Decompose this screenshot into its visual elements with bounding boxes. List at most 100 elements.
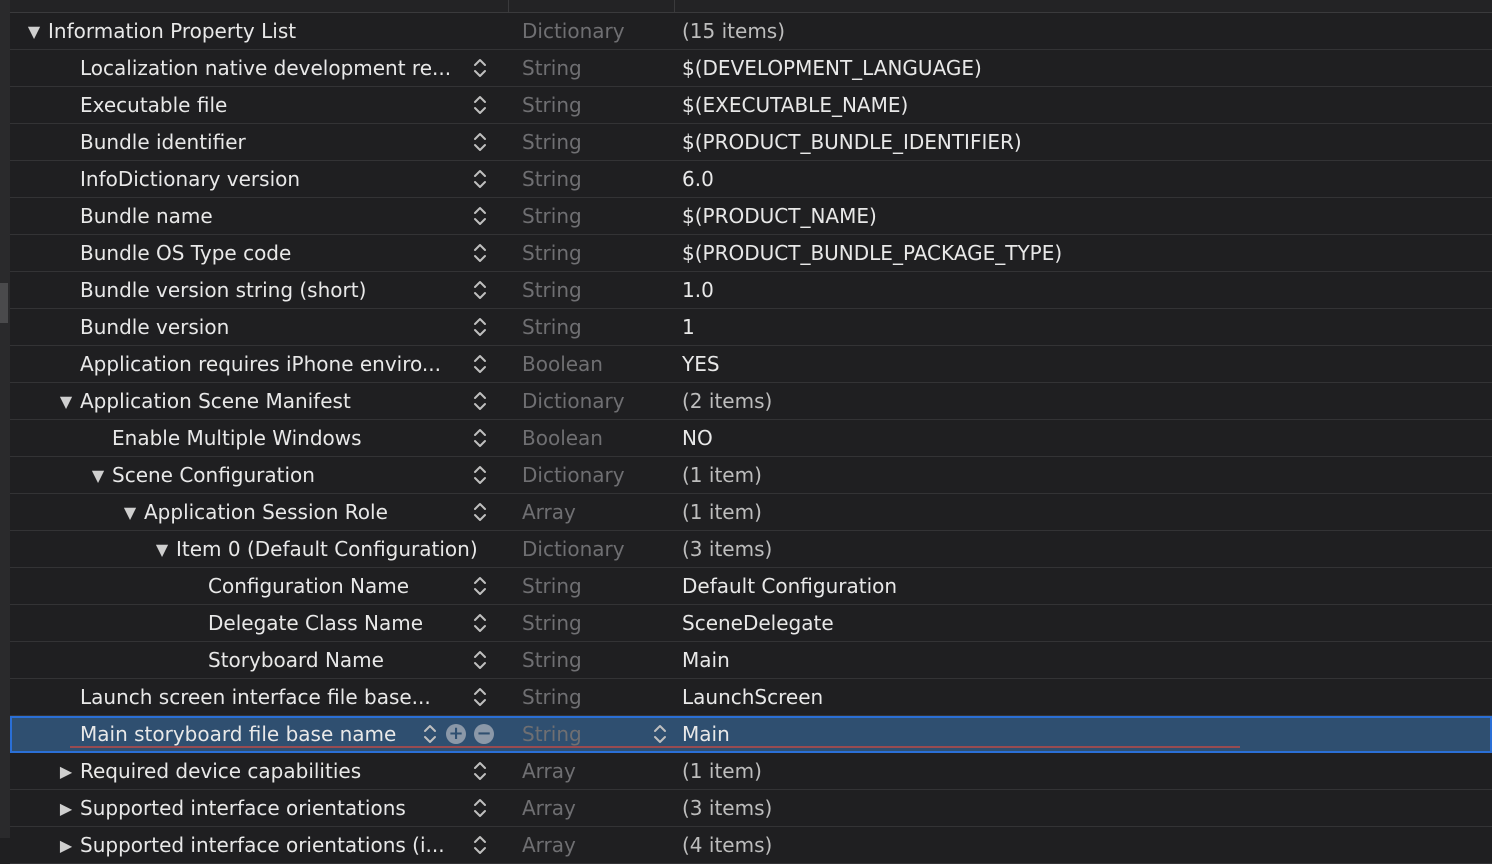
- disclosure-expanded-icon[interactable]: ▼: [152, 531, 172, 567]
- add-row-button[interactable]: +: [446, 724, 466, 744]
- row-type[interactable]: String: [522, 50, 582, 86]
- disclosure-expanded-icon[interactable]: ▼: [88, 457, 108, 493]
- row-key[interactable]: Scene Configuration: [112, 457, 315, 493]
- row-value[interactable]: $(PRODUCT_BUNDLE_PACKAGE_TYPE): [682, 235, 1062, 271]
- table-row[interactable]: Localization native development re... Str…: [10, 50, 1492, 87]
- row-key[interactable]: Bundle identifier: [80, 124, 246, 160]
- table-row[interactable]: Storyboard Name String Main: [10, 642, 1492, 679]
- table-row[interactable]: Configuration Name String Default Configur…: [10, 568, 1492, 605]
- row-value[interactable]: (4 items): [682, 827, 772, 863]
- row-type[interactable]: String: [522, 235, 582, 271]
- key-stepper-icon[interactable]: [470, 796, 490, 820]
- table-row[interactable]: Bundle OS Type code String $(PRODUCT_BUNDL…: [10, 235, 1492, 272]
- row-value[interactable]: (2 items): [682, 383, 772, 419]
- row-value[interactable]: (3 items): [682, 790, 772, 826]
- table-row[interactable]: ▶ Required device capabilities Array (1 ite…: [10, 753, 1492, 790]
- row-type[interactable]: Array: [522, 827, 576, 863]
- table-row[interactable]: Bundle version String 1: [10, 309, 1492, 346]
- type-stepper-icon[interactable]: [650, 722, 670, 746]
- row-type[interactable]: Array: [522, 790, 576, 826]
- row-value[interactable]: $(EXECUTABLE_NAME): [682, 87, 908, 123]
- row-value[interactable]: LaunchScreen: [682, 679, 823, 715]
- row-key[interactable]: Bundle version string (short): [80, 272, 366, 308]
- row-type[interactable]: String: [522, 568, 582, 604]
- disclosure-expanded-icon[interactable]: ▼: [120, 494, 140, 530]
- table-row[interactable]: Delegate Class Name String SceneDelegate: [10, 605, 1492, 642]
- row-value[interactable]: 6.0: [682, 161, 714, 197]
- row-value[interactable]: 1: [682, 309, 695, 345]
- table-row[interactable]: InfoDictionary version String 6.0: [10, 161, 1492, 198]
- row-key[interactable]: Bundle name: [80, 198, 213, 234]
- row-value[interactable]: Main: [682, 642, 730, 678]
- key-stepper-icon[interactable]: [470, 833, 490, 857]
- remove-row-button[interactable]: −: [474, 724, 494, 744]
- key-stepper-icon[interactable]: [470, 500, 490, 524]
- key-stepper-icon[interactable]: [470, 278, 490, 302]
- disclosure-expanded-icon[interactable]: ▼: [24, 13, 44, 49]
- key-stepper-icon[interactable]: [470, 759, 490, 783]
- row-key[interactable]: Application Session Role: [144, 494, 388, 530]
- key-stepper-icon[interactable]: [470, 426, 490, 450]
- key-stepper-icon[interactable]: [470, 352, 490, 376]
- table-row[interactable]: Bundle name String $(PRODUCT_NAME): [10, 198, 1492, 235]
- table-row[interactable]: Enable Multiple Windows Boolean NO: [10, 420, 1492, 457]
- row-type[interactable]: Dictionary: [522, 531, 625, 567]
- row-key[interactable]: Delegate Class Name: [208, 605, 423, 641]
- disclosure-expanded-icon[interactable]: ▼: [56, 383, 76, 419]
- row-type[interactable]: Dictionary: [522, 457, 625, 493]
- row-value[interactable]: (15 items): [682, 13, 785, 49]
- row-type[interactable]: String: [522, 309, 582, 345]
- row-value[interactable]: SceneDelegate: [682, 605, 834, 641]
- row-key[interactable]: Localization native development re...: [80, 50, 451, 86]
- row-type[interactable]: String: [522, 272, 582, 308]
- row-key[interactable]: Item 0 (Default Configuration): [176, 531, 478, 567]
- row-key[interactable]: Executable file: [80, 87, 227, 123]
- table-row[interactable]: ▶ Supported interface orientations Array (3…: [10, 790, 1492, 827]
- row-key[interactable]: InfoDictionary version: [80, 161, 300, 197]
- row-type[interactable]: Boolean: [522, 346, 603, 382]
- row-value[interactable]: (1 item): [682, 494, 762, 530]
- table-row[interactable]: ▼ Application Scene Manifest Dictionary (2 …: [10, 383, 1492, 420]
- row-type[interactable]: Dictionary: [522, 13, 625, 49]
- row-key[interactable]: Required device capabilities: [80, 753, 361, 789]
- table-row[interactable]: ▶ Supported interface orientations (i... A…: [10, 827, 1492, 864]
- row-type[interactable]: Boolean: [522, 420, 603, 456]
- key-stepper-icon[interactable]: [470, 241, 490, 265]
- table-row[interactable]: ▼ Item 0 (Default Configuration) Dictionar…: [10, 531, 1492, 568]
- key-stepper-icon[interactable]: [470, 463, 490, 487]
- key-stepper-icon[interactable]: [470, 574, 490, 598]
- key-stepper-icon[interactable]: [470, 167, 490, 191]
- row-value[interactable]: YES: [682, 346, 720, 382]
- table-row[interactable]: ▼ Application Session Role Array (1 item): [10, 494, 1492, 531]
- key-stepper-icon[interactable]: [470, 611, 490, 635]
- table-row[interactable]: ▼ Scene Configuration Dictionary (1 item): [10, 457, 1492, 494]
- row-value[interactable]: NO: [682, 420, 713, 456]
- row-value[interactable]: $(PRODUCT_NAME): [682, 198, 877, 234]
- row-key[interactable]: Application Scene Manifest: [80, 383, 351, 419]
- table-row[interactable]: Bundle identifier String $(PRODUCT_BUNDLE_…: [10, 124, 1492, 161]
- key-stepper-icon[interactable]: [420, 722, 440, 746]
- row-type[interactable]: String: [522, 716, 582, 752]
- key-stepper-icon[interactable]: [470, 130, 490, 154]
- key-stepper-icon[interactable]: [470, 56, 490, 80]
- table-row[interactable]: Application requires iPhone enviro... Boo…: [10, 346, 1492, 383]
- table-row[interactable]: Bundle version string (short) String 1.0: [10, 272, 1492, 309]
- row-value[interactable]: (3 items): [682, 531, 772, 567]
- row-value[interactable]: 1.0: [682, 272, 714, 308]
- row-key[interactable]: Storyboard Name: [208, 642, 384, 678]
- key-stepper-icon[interactable]: [470, 93, 490, 117]
- key-stepper-icon[interactable]: [470, 204, 490, 228]
- table-row[interactable]: ▼ Information Property List Dictionary (15 …: [10, 13, 1492, 50]
- row-value[interactable]: (1 item): [682, 457, 762, 493]
- row-type[interactable]: String: [522, 87, 582, 123]
- row-key[interactable]: Information Property List: [48, 13, 296, 49]
- row-type[interactable]: Dictionary: [522, 383, 625, 419]
- row-type[interactable]: String: [522, 642, 582, 678]
- row-value[interactable]: (1 item): [682, 753, 762, 789]
- row-type[interactable]: Array: [522, 753, 576, 789]
- row-key[interactable]: Bundle version: [80, 309, 229, 345]
- key-stepper-icon[interactable]: [470, 685, 490, 709]
- row-key[interactable]: Enable Multiple Windows: [112, 420, 362, 456]
- row-key[interactable]: Launch screen interface file base...: [80, 679, 431, 715]
- row-type[interactable]: String: [522, 605, 582, 641]
